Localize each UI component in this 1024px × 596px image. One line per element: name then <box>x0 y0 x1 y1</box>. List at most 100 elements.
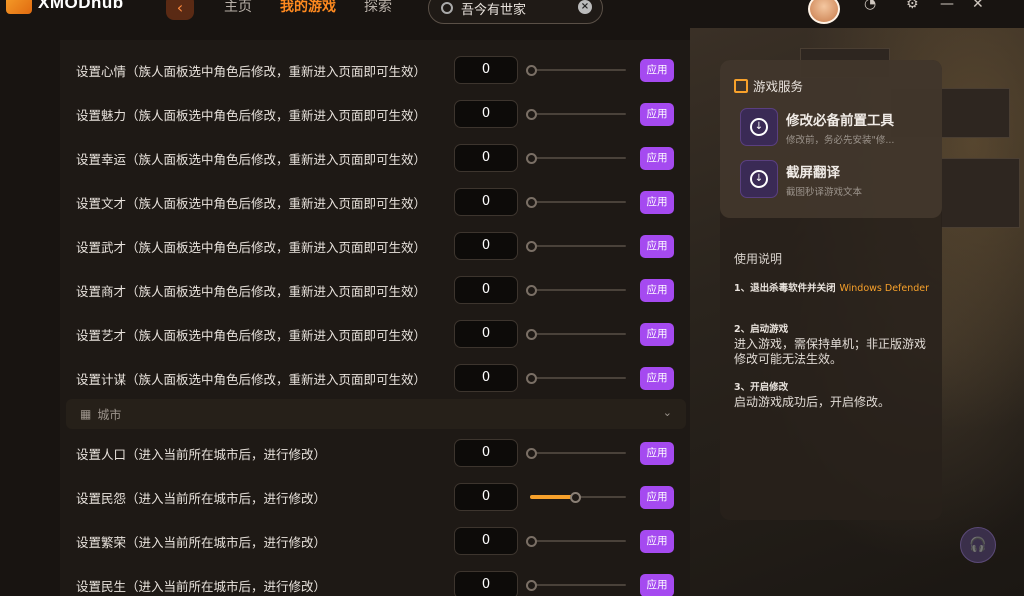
help-step: 1、退出杀毒软件并关闭 Windows Defender <box>734 280 930 296</box>
value-slider[interactable] <box>526 241 626 252</box>
minimize-icon[interactable]: — <box>940 0 954 12</box>
search-input[interactable] <box>461 0 571 16</box>
service-desc: 截图秒译游戏文本 <box>786 187 863 198</box>
mod-row: 设置繁荣（进入当前所在城市后，进行修改） 0 应用 <box>76 526 676 556</box>
mod-label: 设置繁荣（进入当前所在城市后，进行修改） <box>76 534 327 550</box>
settings-icon[interactable]: ⚙ <box>906 0 919 12</box>
section-header-city[interactable]: ▦ 城市 ⌄ <box>66 399 686 429</box>
tab-home[interactable]: 主页 <box>224 0 252 16</box>
search-bar[interactable]: × <box>428 0 603 24</box>
value-input[interactable]: 0 <box>454 320 518 348</box>
background-roof <box>940 158 1020 228</box>
value-input[interactable]: 0 <box>454 439 518 467</box>
mod-row: 设置商才（族人面板选中角色后修改，重新进入页面即可生效） 0 应用 <box>76 275 676 305</box>
value-slider[interactable] <box>526 448 626 459</box>
slider-thumb[interactable] <box>526 329 537 340</box>
slider-thumb[interactable] <box>526 153 537 164</box>
value-input[interactable]: 0 <box>454 527 518 555</box>
value-slider[interactable] <box>526 285 626 296</box>
tab-explore[interactable]: 探索 <box>364 0 392 16</box>
help-step-text: 启动游戏成功后，开启修改。 <box>734 395 891 409</box>
value-slider[interactable] <box>526 197 626 208</box>
apply-button[interactable]: 应用 <box>640 146 674 170</box>
help-sidebar: 游戏服务 ↓ 修改必备前置工具 修改前，务必先安装"修... ↓ 截屏翻译 截图… <box>720 60 942 520</box>
mod-label: 设置武才（族人面板选中角色后修改，重新进入页面即可生效） <box>76 239 427 255</box>
apply-button[interactable]: 应用 <box>640 441 674 465</box>
value-slider[interactable] <box>526 329 626 340</box>
tab-my-games[interactable]: 我的游戏 <box>280 0 336 16</box>
value-input[interactable]: 0 <box>454 188 518 216</box>
help-step: 2、启动游戏 进入游戏，需保持单机；非正版游戏修改可能无法生效。 <box>734 322 930 367</box>
service-item[interactable]: ↓ 修改必备前置工具 修改前，务必先安装"修... <box>740 108 930 148</box>
back-arrow-icon: ‹ <box>176 0 184 17</box>
value-slider[interactable] <box>526 580 626 591</box>
help-accent: Windows Defender <box>839 283 930 294</box>
slider-thumb[interactable] <box>526 285 537 296</box>
support-button[interactable]: 🎧 <box>960 527 996 563</box>
mod-row: 设置民生（进入当前所在城市后，进行修改） 0 应用 <box>76 570 676 596</box>
download-icon: ↓ <box>750 118 768 136</box>
value-input[interactable]: 0 <box>454 276 518 304</box>
slider-thumb[interactable] <box>526 241 537 252</box>
app-logo[interactable]: XMODhub <box>6 0 124 14</box>
notification-icon[interactable]: ◔ <box>864 0 876 12</box>
value-slider[interactable] <box>526 536 626 547</box>
value-input[interactable]: 0 <box>454 364 518 392</box>
services-title: 游戏服务 <box>753 79 804 94</box>
value-slider[interactable] <box>526 492 626 503</box>
mod-label: 设置民生（进入当前所在城市后，进行修改） <box>76 578 327 594</box>
mod-row: 设置心情（族人面板选中角色后修改，重新进入页面即可生效） 0 应用 <box>76 55 676 85</box>
mod-label: 设置人口（进入当前所在城市后，进行修改） <box>76 446 327 462</box>
value-input[interactable]: 0 <box>454 483 518 511</box>
service-name: 截屏翻译 <box>786 165 840 181</box>
clear-search-icon[interactable]: × <box>578 0 592 14</box>
help-step-title: 1、退出杀毒软件并关闭 <box>734 283 836 294</box>
apply-button[interactable]: 应用 <box>640 58 674 82</box>
apply-button[interactable]: 应用 <box>640 234 674 258</box>
slider-thumb[interactable] <box>526 109 537 120</box>
value-input[interactable]: 0 <box>454 144 518 172</box>
value-input[interactable]: 0 <box>454 56 518 84</box>
value-input[interactable]: 0 <box>454 232 518 260</box>
apply-button[interactable]: 应用 <box>640 485 674 509</box>
slider-thumb[interactable] <box>526 580 537 591</box>
apply-button[interactable]: 应用 <box>640 529 674 553</box>
slider-thumb[interactable] <box>526 373 537 384</box>
mod-row: 设置人口（进入当前所在城市后，进行修改） 0 应用 <box>76 438 676 468</box>
app-name: XMODhub <box>38 0 124 12</box>
mod-row: 设置魅力（族人面板选中角色后修改，重新进入页面即可生效） 0 应用 <box>76 99 676 129</box>
apply-button[interactable]: 应用 <box>640 278 674 302</box>
value-slider[interactable] <box>526 373 626 384</box>
back-button[interactable]: ‹ <box>166 0 194 20</box>
value-input[interactable]: 0 <box>454 571 518 596</box>
help-step-text: 进入游戏，需保持单机；非正版游戏修改可能无法生效。 <box>734 337 927 366</box>
apply-button[interactable]: 应用 <box>640 573 674 596</box>
value-slider[interactable] <box>526 153 626 164</box>
mod-row: 设置武才（族人面板选中角色后修改，重新进入页面即可生效） 0 应用 <box>76 231 676 261</box>
mod-row: 设置幸运（族人面板选中角色后修改，重新进入页面即可生效） 0 应用 <box>76 143 676 173</box>
slider-thumb[interactable] <box>570 492 581 503</box>
slider-thumb[interactable] <box>526 536 537 547</box>
value-slider[interactable] <box>526 109 626 120</box>
service-item[interactable]: ↓ 截屏翻译 截图秒译游戏文本 <box>740 160 930 200</box>
mod-row: 设置文才（族人面板选中角色后修改，重新进入页面即可生效） 0 应用 <box>76 187 676 217</box>
service-name: 修改必备前置工具 <box>786 113 894 129</box>
mod-list-panel: 设置心情（族人面板选中角色后修改，重新进入页面即可生效） 0 应用 设置魅力（族… <box>60 40 690 596</box>
apply-button[interactable]: 应用 <box>640 102 674 126</box>
slider-thumb[interactable] <box>526 197 537 208</box>
slider-thumb[interactable] <box>526 65 537 76</box>
user-avatar[interactable] <box>808 0 840 24</box>
slider-thumb[interactable] <box>526 448 537 459</box>
top-bar: XMODhub ‹ 主页 我的游戏 探索 × ◔ ⚙ — ✕ <box>0 0 1024 28</box>
value-slider[interactable] <box>526 65 626 76</box>
mod-label: 设置商才（族人面板选中角色后修改，重新进入页面即可生效） <box>76 283 427 299</box>
apply-button[interactable]: 应用 <box>640 366 674 390</box>
apply-button[interactable]: 应用 <box>640 190 674 214</box>
mod-label: 设置艺才（族人面板选中角色后修改，重新进入页面即可生效） <box>76 327 427 343</box>
apply-button[interactable]: 应用 <box>640 322 674 346</box>
section-title: 城市 <box>97 407 122 422</box>
value-input[interactable]: 0 <box>454 100 518 128</box>
mod-row: 设置艺才（族人面板选中角色后修改，重新进入页面即可生效） 0 应用 <box>76 319 676 349</box>
close-icon[interactable]: ✕ <box>972 0 984 12</box>
help-title: 使用说明 <box>734 252 783 266</box>
